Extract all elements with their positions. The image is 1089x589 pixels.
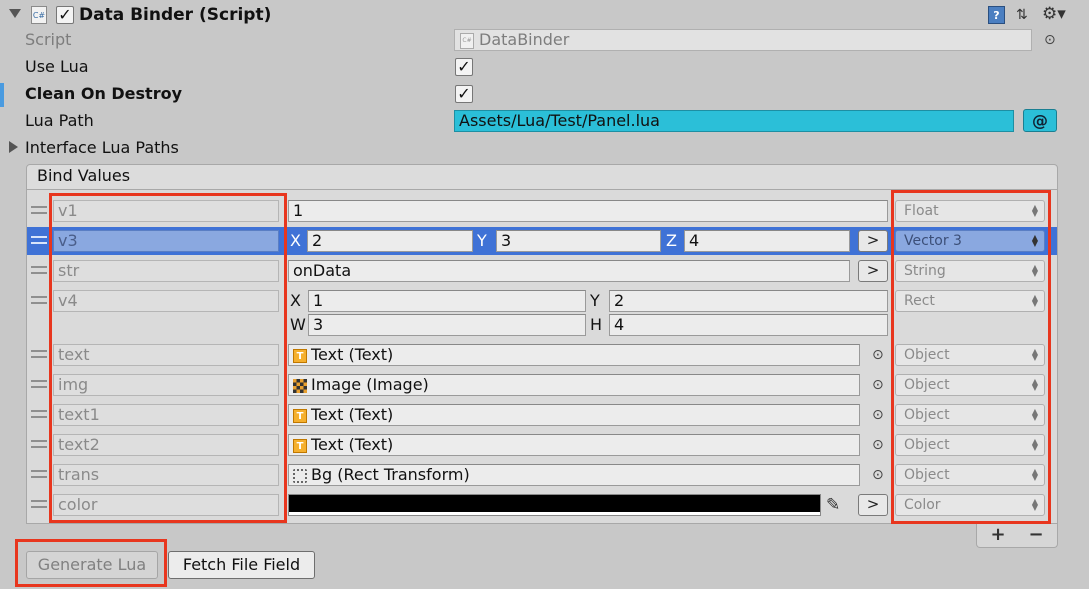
value-field-v1[interactable]: 1	[288, 200, 888, 222]
drag-handle-icon[interactable]	[31, 206, 47, 214]
object-picker-icon[interactable]: ⊙	[872, 464, 884, 486]
drag-handle-icon[interactable]	[31, 470, 47, 478]
drag-handle-icon[interactable]	[31, 266, 47, 274]
object-value: Text (Text)	[311, 405, 394, 424]
highlight-generate-button	[15, 539, 167, 587]
script-field: C# DataBinder	[454, 29, 1032, 51]
lua-path-label: Lua Path	[25, 111, 94, 130]
text-component-icon: T	[293, 438, 307, 453]
v3-x-label: X	[290, 231, 301, 250]
v4-h-input[interactable]: 4	[609, 314, 888, 336]
modified-indicator	[0, 83, 4, 107]
lua-path-button[interactable]: @	[1023, 109, 1057, 132]
drag-handle-icon[interactable]	[31, 440, 47, 448]
script-icon: C#	[460, 33, 474, 49]
v3-expand-button[interactable]: >	[858, 230, 888, 252]
drag-handle-icon[interactable]	[31, 236, 47, 244]
v4-w-input[interactable]: 3	[308, 314, 586, 336]
add-element-button[interactable]: +	[987, 524, 1009, 546]
text-component-icon: T	[293, 408, 307, 423]
v4-x-input[interactable]: 1	[308, 290, 586, 312]
rect-transform-icon	[293, 468, 307, 483]
v4-h-label: H	[590, 315, 603, 334]
use-lua-label: Use Lua	[25, 57, 89, 76]
v4-x-label: X	[290, 291, 301, 310]
image-component-icon	[293, 378, 307, 393]
str-expand-button[interactable]: >	[858, 260, 888, 282]
help-icon[interactable]: ?	[988, 6, 1005, 24]
v3-y-input[interactable]: 3	[496, 230, 661, 252]
object-field-text1[interactable]: T Text (Text)	[288, 404, 860, 426]
object-picker-icon[interactable]: ⊙	[872, 434, 884, 456]
drag-handle-icon[interactable]	[31, 380, 47, 388]
v3-x-input[interactable]: 2	[307, 230, 473, 252]
object-picker-icon[interactable]: ⊙	[1044, 29, 1056, 51]
presets-icon[interactable]: ⇅	[1016, 6, 1032, 24]
object-picker-icon[interactable]: ⊙	[872, 374, 884, 396]
clean-on-destroy-label: Clean On Destroy	[25, 84, 183, 103]
object-field-text[interactable]: T Text (Text)	[288, 344, 860, 366]
script-icon: C#	[31, 6, 47, 24]
interface-foldout-icon[interactable]	[9, 141, 18, 153]
object-picker-icon[interactable]: ⊙	[872, 404, 884, 426]
highlight-type-column	[891, 190, 1051, 524]
object-value: Text (Text)	[311, 435, 394, 454]
component-title: Data Binder (Script)	[79, 5, 272, 25]
bind-values-title: Bind Values	[37, 166, 131, 185]
remove-element-button[interactable]: −	[1025, 524, 1047, 546]
object-value: Image (Image)	[311, 375, 429, 394]
v3-y-label: Y	[477, 231, 487, 250]
object-value: Bg (Rect Transform)	[311, 465, 470, 484]
use-lua-checkbox[interactable]: ✓	[455, 58, 473, 76]
interface-lua-paths-label[interactable]: Interface Lua Paths	[25, 137, 179, 159]
script-label: Script	[25, 30, 72, 49]
object-field-text2[interactable]: T Text (Text)	[288, 434, 860, 456]
object-picker-icon[interactable]: ⊙	[872, 344, 884, 366]
color-swatch-alpha-bar	[289, 512, 820, 515]
object-value: Text (Text)	[311, 345, 394, 364]
drag-handle-icon[interactable]	[31, 350, 47, 358]
value-field-str[interactable]: onData	[288, 260, 850, 282]
highlight-key-column	[49, 193, 287, 523]
v4-w-label: W	[290, 315, 306, 334]
object-field-img[interactable]: Image (Image)	[288, 374, 860, 396]
text-component-icon: T	[293, 348, 307, 363]
v4-y-input[interactable]: 2	[609, 290, 888, 312]
drag-handle-icon[interactable]	[31, 500, 47, 508]
v4-y-label: Y	[590, 291, 600, 310]
v3-z-label: Z	[666, 231, 677, 250]
color-expand-button[interactable]: >	[858, 494, 888, 516]
fetch-file-field-button[interactable]: Fetch File Field	[168, 551, 315, 579]
lua-path-input[interactable]: Assets/Lua/Test/Panel.lua	[454, 110, 1014, 132]
clean-on-destroy-checkbox[interactable]: ✓	[455, 85, 473, 103]
component-enabled-checkbox[interactable]: ✓	[56, 6, 74, 24]
object-field-trans[interactable]: Bg (Rect Transform)	[288, 464, 860, 486]
drag-handle-icon[interactable]	[31, 296, 47, 304]
gear-icon[interactable]: ⚙▾	[1042, 4, 1066, 24]
foldout-arrow-icon[interactable]	[9, 9, 21, 18]
bind-values-header	[26, 164, 1058, 190]
v3-z-input[interactable]: 4	[684, 230, 850, 252]
eyedropper-icon[interactable]: ✎	[826, 494, 840, 516]
drag-handle-icon[interactable]	[31, 410, 47, 418]
script-value: DataBinder	[479, 30, 570, 49]
